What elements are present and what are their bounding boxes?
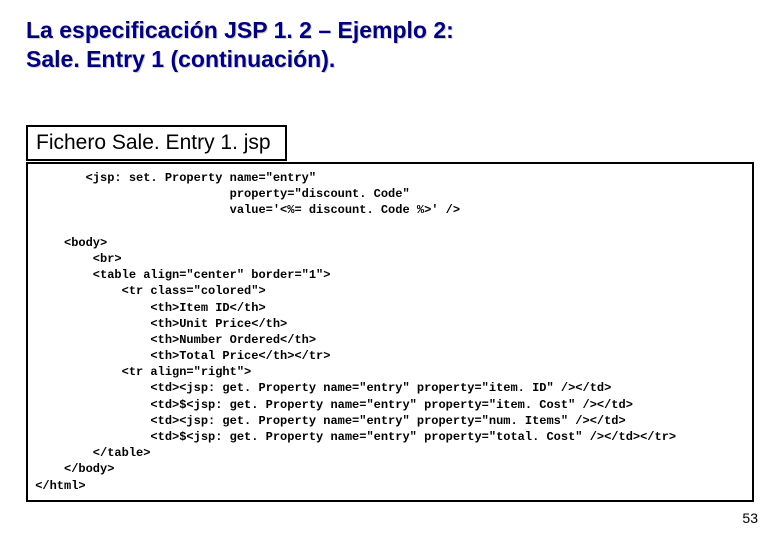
file-label-box: Fichero Sale. Entry 1. jsp <box>26 125 287 161</box>
title-line-1: La especificación JSP 1. 2 – Ejemplo 2: <box>26 16 754 45</box>
code-box: <jsp: set. Property name="entry" propert… <box>26 162 754 502</box>
slide: La especificación JSP 1. 2 – Ejemplo 2: … <box>0 0 780 540</box>
file-label-text: Fichero Sale. Entry 1. jsp <box>36 131 271 154</box>
page-number: 53 <box>742 510 758 526</box>
code-content: <jsp: set. Property name="entry" propert… <box>28 170 752 494</box>
slide-title: La especificación JSP 1. 2 – Ejemplo 2: … <box>26 16 754 74</box>
title-line-2: Sale. Entry 1 (continuación). <box>26 45 754 74</box>
